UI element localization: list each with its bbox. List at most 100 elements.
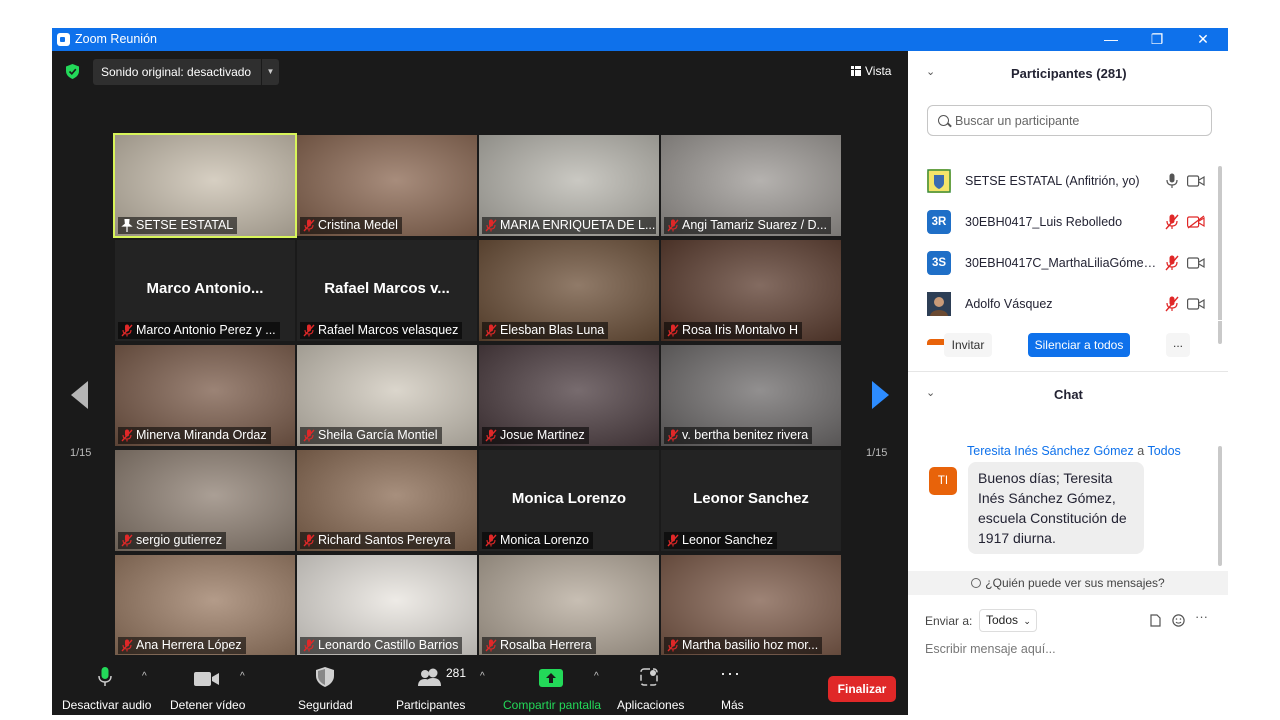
muted-microphone-icon bbox=[485, 219, 497, 232]
muted-microphone-icon[interactable] bbox=[1165, 214, 1179, 230]
who-can-see-messages-link[interactable]: ¿Quién puede ver sus mensajes? bbox=[908, 571, 1228, 595]
participant-video-tile[interactable]: Josue Martinez bbox=[479, 345, 659, 446]
participant-name-text: SETSE ESTATAL bbox=[136, 218, 234, 232]
participant-name-label: Rosalba Herrera bbox=[482, 637, 596, 654]
participant-video-tile[interactable]: Cristina Medel bbox=[297, 135, 477, 236]
participant-video-tile[interactable]: SETSE ESTATAL bbox=[113, 133, 297, 238]
participant-list-fade bbox=[908, 320, 1228, 321]
send-to-dropdown[interactable]: Todos ⌄ bbox=[979, 609, 1037, 632]
apps-label: Aplicaciones bbox=[617, 698, 685, 712]
view-button[interactable]: Vista bbox=[851, 64, 891, 78]
video-off-icon[interactable] bbox=[1187, 215, 1205, 229]
muted-microphone-icon bbox=[667, 219, 679, 232]
participant-video-tile[interactable]: Minerva Miranda Ordaz bbox=[115, 345, 295, 446]
chat-to-word: a bbox=[1137, 444, 1145, 458]
participant-video-tile[interactable]: Elesban Blas Luna bbox=[479, 240, 659, 341]
participant-video-tile[interactable]: Rosa Iris Montalvo H bbox=[661, 240, 841, 341]
participant-video-tile[interactable]: Rafael Marcos v... Rafael Marcos velasque… bbox=[297, 240, 477, 341]
participant-name-label: Josue Martinez bbox=[482, 427, 589, 444]
participant-video-tile[interactable]: Rosalba Herrera bbox=[479, 555, 659, 656]
minimize-button[interactable]: — bbox=[1091, 29, 1131, 49]
window-title: Zoom Reunión bbox=[75, 32, 157, 46]
muted-microphone-icon bbox=[303, 429, 315, 442]
muted-microphone-icon[interactable] bbox=[1165, 255, 1179, 271]
muted-microphone-icon bbox=[667, 639, 679, 652]
participants-options-caret-icon[interactable]: ^ bbox=[480, 671, 485, 682]
participant-name-text: Angi Tamariz Suarez / D... bbox=[682, 218, 827, 232]
chat-sender-avatar: TI bbox=[929, 467, 957, 495]
muted-microphone-icon bbox=[303, 534, 315, 547]
participant-list-row[interactable]: 3R 30EBH0417_Luis Rebolledo bbox=[927, 208, 1212, 238]
participant-name-label: Leonor Sanchez bbox=[664, 532, 778, 549]
participant-video-tile[interactable]: Richard Santos Pereyra bbox=[297, 450, 477, 551]
send-to-chevron-icon: ⌄ bbox=[1023, 616, 1031, 626]
share-options-caret-icon[interactable]: ^ bbox=[594, 671, 599, 682]
participant-video-tile[interactable]: MARIA ENRIQUETA DE L... bbox=[479, 135, 659, 236]
end-meeting-button[interactable]: Finalizar bbox=[828, 676, 896, 702]
participant-name-label: Cristina Medel bbox=[300, 217, 402, 234]
close-button[interactable]: ✕ bbox=[1183, 29, 1223, 49]
participant-search-input[interactable]: Buscar un participante bbox=[927, 105, 1212, 136]
participants-more-button[interactable]: ... bbox=[1166, 333, 1190, 357]
participant-name-label: v. bertha benitez rivera bbox=[664, 427, 813, 444]
chat-scrollbar[interactable] bbox=[1218, 446, 1222, 566]
participant-list-row[interactable]: SETSE ESTATAL (Anfitrión, yo) bbox=[927, 167, 1212, 197]
participant-list-scrollbar[interactable] bbox=[1218, 166, 1222, 344]
participant-video-tile[interactable]: Sheila García Montiel bbox=[297, 345, 477, 446]
participant-name-text: Cristina Medel bbox=[318, 218, 398, 232]
muted-microphone-icon bbox=[121, 639, 133, 652]
participant-video-tile[interactable]: Leonor Sanchez Leonor Sanchez bbox=[661, 450, 841, 551]
chat-message-input[interactable]: Escribir mensaje aquí... bbox=[925, 642, 1056, 656]
video-camera-icon[interactable] bbox=[1187, 174, 1205, 188]
video-camera-icon[interactable] bbox=[1187, 297, 1205, 311]
participant-name-text: Ana Herrera López bbox=[136, 638, 242, 652]
invite-button[interactable]: Invitar bbox=[944, 333, 992, 357]
share-screen-button[interactable]: ^ Compartir pantalla bbox=[502, 655, 602, 715]
participant-video-tile[interactable]: Marco Antonio... Marco Antonio Perez y ..… bbox=[115, 240, 295, 341]
file-icon[interactable] bbox=[1150, 614, 1161, 630]
original-sound-dropdown-icon[interactable]: ▼ bbox=[261, 59, 279, 85]
participants-collapse-icon[interactable]: ⌄ bbox=[926, 65, 935, 78]
muted-microphone-icon bbox=[485, 639, 497, 652]
restore-button[interactable]: ❐ bbox=[1137, 29, 1177, 49]
previous-page-arrow-icon[interactable] bbox=[71, 381, 88, 409]
mute-audio-button[interactable]: ^ Desactivar audio bbox=[60, 655, 152, 715]
chat-collapse-icon[interactable]: ⌄ bbox=[926, 386, 935, 399]
more-button[interactable]: ··· Más bbox=[712, 655, 752, 715]
participant-video-tile[interactable]: Angi Tamariz Suarez / D... bbox=[661, 135, 841, 236]
participant-name-text: Rosalba Herrera bbox=[500, 638, 592, 652]
stop-video-button[interactable]: ^ Detener vídeo bbox=[168, 655, 248, 715]
original-sound-button[interactable]: Sonido original: desactivado ▼ bbox=[93, 59, 279, 85]
video-options-caret-icon[interactable]: ^ bbox=[240, 671, 245, 682]
emoji-icon[interactable] bbox=[1172, 614, 1185, 630]
apps-button[interactable]: Aplicaciones bbox=[614, 655, 684, 715]
video-camera-icon[interactable] bbox=[1187, 256, 1205, 270]
participant-video-tile[interactable]: Monica Lorenzo Monica Lorenzo bbox=[479, 450, 659, 551]
participant-video-tile[interactable]: v. bertha benitez rivera bbox=[661, 345, 841, 446]
side-panel: ⌄ Participantes (281) Buscar un particip… bbox=[908, 51, 1228, 692]
participant-video-tile[interactable]: Martha basilio hoz mor... bbox=[661, 555, 841, 656]
participant-name-label: Richard Santos Pereyra bbox=[300, 532, 455, 549]
participant-list-row[interactable]: Adolfo Vásquez bbox=[927, 290, 1212, 320]
security-button[interactable]: Seguridad bbox=[292, 655, 358, 715]
participants-button[interactable]: 281 ^ Participantes bbox=[392, 655, 485, 715]
chat-more-icon[interactable]: ··· bbox=[1195, 609, 1208, 624]
participant-display-name: Leonor Sanchez bbox=[693, 490, 809, 507]
participant-video-tile[interactable]: sergio gutierrez bbox=[115, 450, 295, 551]
muted-microphone-icon bbox=[303, 639, 315, 652]
audio-options-caret-icon[interactable]: ^ bbox=[142, 671, 147, 682]
chat-recipient[interactable]: Todos bbox=[1147, 444, 1180, 458]
muted-microphone-icon[interactable] bbox=[1165, 296, 1179, 312]
participant-video-tile[interactable]: Leonardo Castillo Barrios bbox=[297, 555, 477, 656]
more-label: Más bbox=[721, 698, 744, 712]
microphone-icon[interactable] bbox=[1165, 173, 1179, 189]
chat-sender-name[interactable]: Teresita Inés Sánchez Gómez bbox=[967, 444, 1134, 458]
pin-icon bbox=[121, 219, 133, 232]
mute-all-button[interactable]: Silenciar a todos bbox=[1028, 333, 1130, 357]
participant-video-tile[interactable]: Ana Herrera López bbox=[115, 555, 295, 656]
next-page-arrow-icon[interactable] bbox=[872, 381, 889, 409]
participant-list-row[interactable]: 3S 30EBH0417C_MarthaLiliaGómez... bbox=[927, 249, 1212, 279]
apps-icon bbox=[640, 668, 658, 686]
participant-name-label: Rafael Marcos velasquez bbox=[300, 322, 463, 339]
encryption-shield-icon[interactable] bbox=[66, 64, 79, 79]
